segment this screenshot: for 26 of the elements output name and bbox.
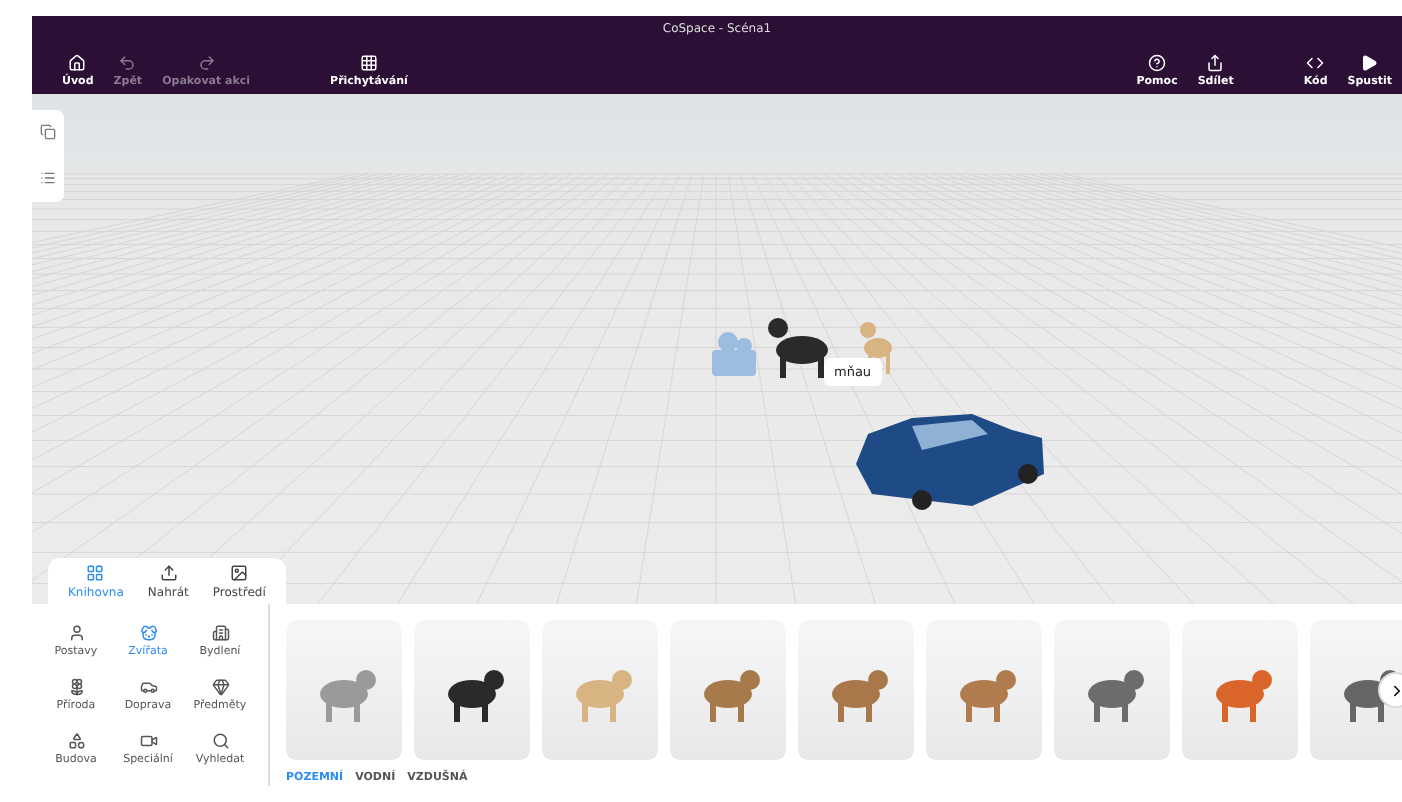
image-icon xyxy=(230,564,249,582)
car-icon xyxy=(139,678,157,696)
toy-block-model xyxy=(712,331,756,376)
model-card[interactable] xyxy=(414,620,530,760)
grid-icon xyxy=(86,564,105,582)
copy-icon[interactable] xyxy=(40,124,56,141)
redo-icon xyxy=(197,53,216,72)
help-icon xyxy=(1148,53,1167,72)
gem-icon xyxy=(211,678,229,696)
person-icon xyxy=(67,624,85,642)
shapes-icon xyxy=(67,732,85,750)
code-icon xyxy=(1306,53,1325,72)
list-icon[interactable] xyxy=(40,170,56,187)
home-icon xyxy=(68,53,87,72)
model-card[interactable] xyxy=(1310,620,1402,760)
cat-model xyxy=(768,317,828,378)
building-icon xyxy=(211,624,229,642)
upload-icon xyxy=(159,564,178,582)
grid-icon xyxy=(359,53,378,72)
dog-icon xyxy=(139,624,157,642)
flower-icon xyxy=(67,678,85,696)
video-camera-icon xyxy=(139,732,157,750)
share-icon xyxy=(1206,53,1225,72)
search-icon xyxy=(211,732,229,750)
play-icon xyxy=(1360,53,1379,72)
undo-icon xyxy=(118,53,137,72)
